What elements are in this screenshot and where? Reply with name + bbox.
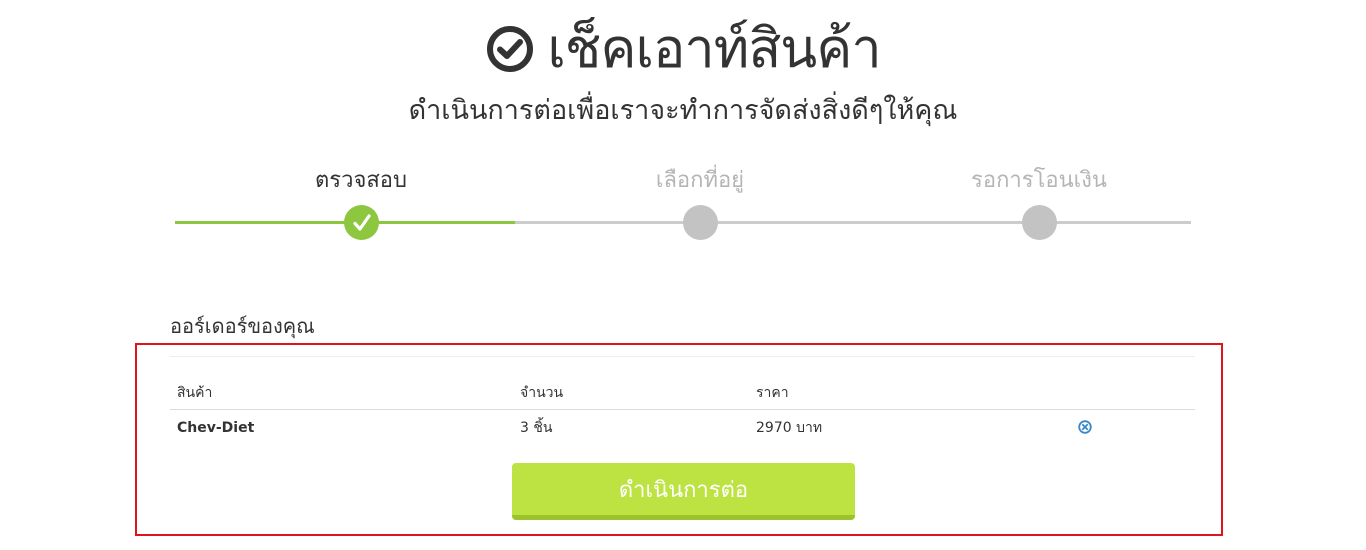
divider [170, 409, 1195, 410]
orders-heading: ออร์เดอร์ของคุณ [170, 314, 315, 338]
continue-button[interactable]: ดำเนินการต่อ [512, 463, 855, 520]
order-price: 2970 บาท [756, 420, 823, 436]
page-subtitle: ดำเนินการต่อเพื่อเราจะทำการจัดส่งสิ่งดีๆ… [408, 95, 958, 126]
step-label-payment: รอการโอนเงิน [971, 168, 1107, 193]
divider [170, 356, 1195, 357]
order-quantity: 3 ชิ้น [520, 420, 553, 436]
order-summary-panel: สินค้า จำนวน ราคา Chev-Diet 3 ชิ้น 2970 … [135, 343, 1223, 536]
step-pending-dot-icon [683, 205, 718, 240]
column-header-price: ราคา [756, 385, 789, 401]
remove-circle-icon [1078, 420, 1092, 434]
remove-item-button[interactable] [1077, 419, 1093, 435]
check-circle-icon [485, 24, 535, 74]
page-title: เช็คเอาท์สินค้า [547, 17, 881, 80]
progress-line-remaining [515, 221, 1191, 224]
order-product-name: Chev-Diet [177, 420, 255, 436]
column-header-product: สินค้า [177, 385, 213, 401]
column-header-quantity: จำนวน [520, 385, 564, 401]
step-pending-dot-icon [1022, 205, 1057, 240]
step-label-address: เลือกที่อยู่ [655, 168, 745, 193]
step-done-check-icon [344, 205, 379, 240]
step-label-review: ตรวจสอบ [315, 168, 407, 193]
checkout-progress: ตรวจสอบ เลือกที่อยู่ รอการโอนเงิน [175, 160, 1191, 250]
page-header: เช็คเอาท์สินค้า [0, 14, 1366, 84]
